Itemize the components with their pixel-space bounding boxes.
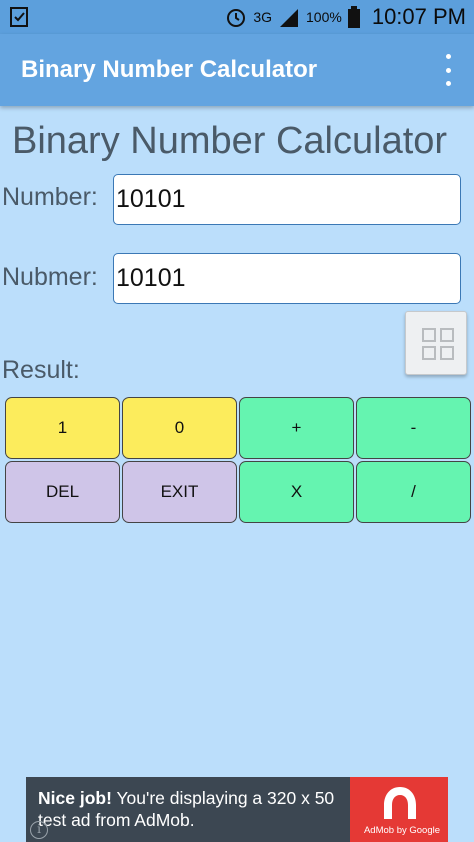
key-1-button[interactable]: 1 (5, 397, 120, 459)
battery-percent: 100% (306, 9, 342, 25)
app-bar: Binary Number Calculator (0, 34, 474, 106)
admob-logo-icon (384, 787, 416, 819)
info-icon[interactable]: i (30, 821, 48, 839)
add-button[interactable]: + (239, 397, 354, 459)
ad-banner[interactable]: Nice job! You're displaying a 320 x 50 t… (26, 777, 448, 842)
nubmer-label: Nubmer: (2, 263, 98, 291)
status-icons: 3G 100% 10:07 PM (225, 0, 466, 34)
battery-icon (347, 6, 360, 28)
multiply-button[interactable]: X (239, 461, 354, 523)
app-bar-title: Binary Number Calculator (21, 56, 318, 83)
key-0-button[interactable]: 0 (122, 397, 237, 459)
alarm-icon (227, 9, 246, 27)
clock: 10:07 PM (371, 4, 466, 29)
divide-button[interactable]: / (356, 461, 471, 523)
admob-logo-box: AdMob by Google (350, 777, 448, 842)
nubmer-input[interactable] (113, 253, 461, 304)
status-bar: 3G 100% 10:07 PM (0, 0, 474, 34)
subtract-button[interactable]: - (356, 397, 471, 459)
page-title: Binary Number Calculator (12, 120, 448, 162)
notification-check-icon (10, 7, 28, 27)
ad-brand: AdMob by Google (363, 825, 441, 836)
network-type: 3G (253, 9, 273, 25)
number-label: Number: (2, 183, 98, 211)
result-label: Result: (2, 356, 80, 384)
exit-button[interactable]: EXIT (122, 461, 237, 523)
grid-icon (422, 328, 454, 360)
keypad: 1 0 + - DEL EXIT X / (5, 397, 471, 523)
ad-headline: Nice job! (38, 788, 112, 808)
delete-button[interactable]: DEL (5, 461, 120, 523)
more-vert-icon[interactable] (444, 54, 452, 86)
grid-button[interactable] (405, 311, 467, 375)
number-input[interactable] (113, 174, 461, 225)
signal-icon (280, 9, 299, 27)
ad-text: Nice job! You're displaying a 320 x 50 t… (38, 787, 360, 831)
